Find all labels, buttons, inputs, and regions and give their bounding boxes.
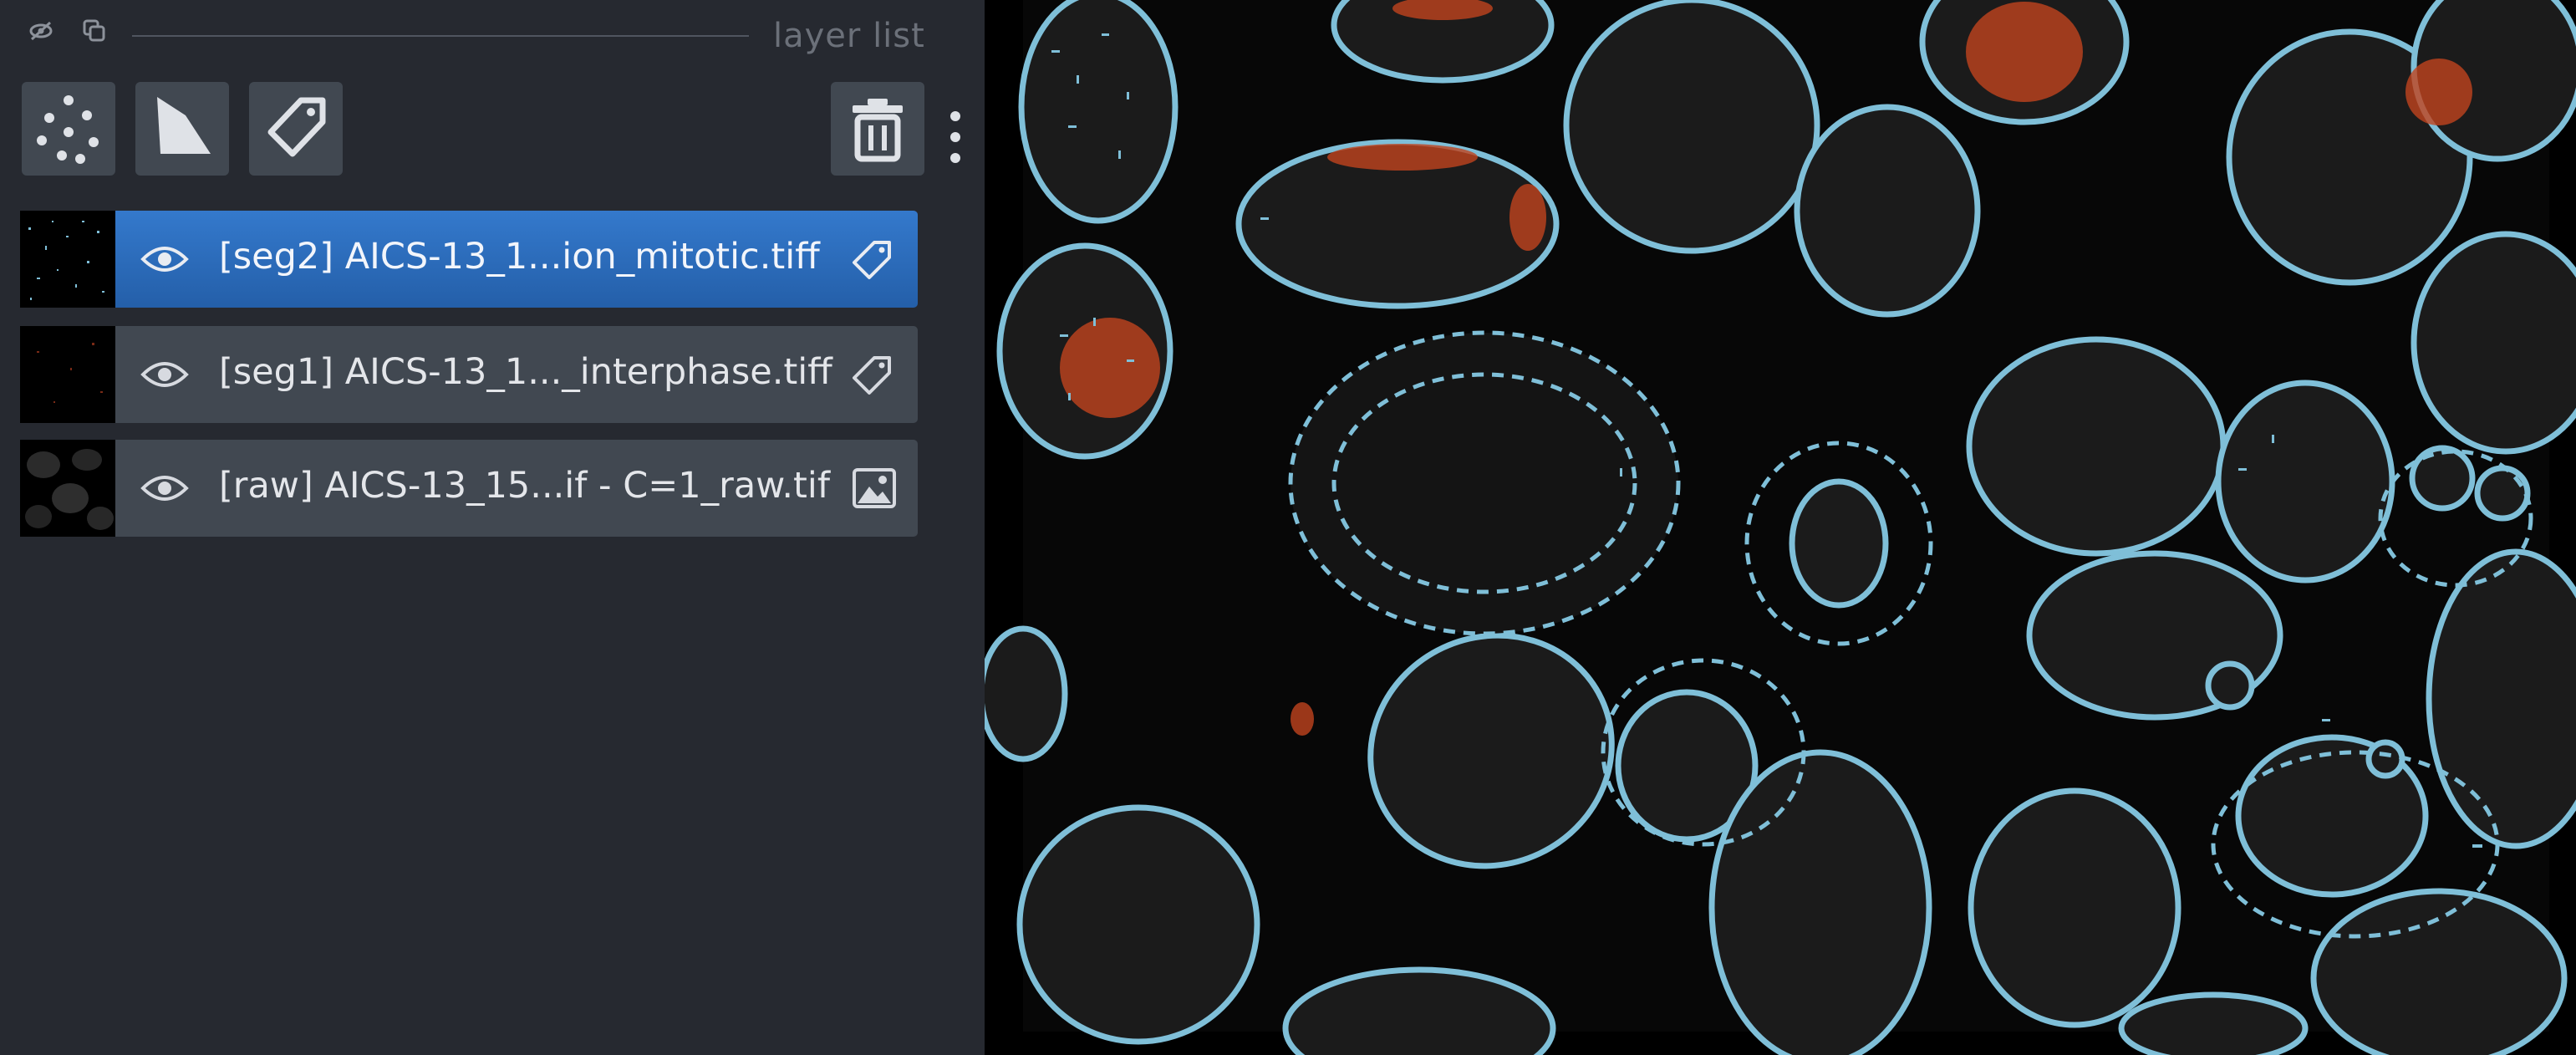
image-icon — [853, 468, 896, 508]
duplicate-icon[interactable] — [82, 18, 107, 43]
label-tag-icon — [267, 97, 326, 157]
layer-list-header: layer list — [0, 0, 985, 75]
eye-icon[interactable] — [140, 358, 189, 391]
image-canvas[interactable] — [985, 0, 2576, 1055]
layer-thumbnail — [20, 211, 115, 308]
header-divider — [132, 35, 749, 37]
layer-name: [raw] AICS-13_15...if - C=1_raw.tif — [219, 465, 830, 507]
kebab-menu-icon[interactable] — [949, 110, 961, 164]
layer-name: [seg2] AICS-13_1...ion_mitotic.tiff — [219, 236, 820, 278]
layer-list-panel: layer list [seg2] AICS-13_1...ion_mitoti… — [0, 0, 985, 1055]
new-labels-layer-button[interactable] — [249, 82, 343, 176]
points-icon — [37, 95, 99, 164]
layer-thumbnail — [20, 440, 115, 537]
label-tag-icon — [853, 356, 891, 395]
visibility-toggle-icon[interactable] — [28, 18, 53, 43]
label-tag-icon — [853, 241, 891, 279]
new-points-layer-button[interactable] — [22, 82, 115, 176]
eye-icon[interactable] — [140, 471, 189, 505]
layer-row-seg2[interactable]: [seg2] AICS-13_1...ion_mitotic.tiff — [20, 211, 918, 308]
delete-layer-button[interactable] — [831, 82, 924, 176]
layer-row-raw[interactable]: [raw] AICS-13_15...if - C=1_raw.tif — [20, 440, 918, 537]
trash-icon — [853, 99, 903, 162]
microscopy-image — [985, 0, 2576, 1055]
layer-list-title: layer list — [773, 17, 925, 55]
eye-icon[interactable] — [140, 242, 189, 276]
layer-name: [seg1] AICS-13_1..._interphase.tiff — [219, 351, 832, 393]
layer-row-seg1[interactable]: [seg1] AICS-13_1..._interphase.tiff — [20, 326, 918, 423]
shapes-icon — [157, 97, 211, 154]
layer-thumbnail — [20, 326, 115, 423]
new-shapes-layer-button[interactable] — [135, 82, 229, 176]
